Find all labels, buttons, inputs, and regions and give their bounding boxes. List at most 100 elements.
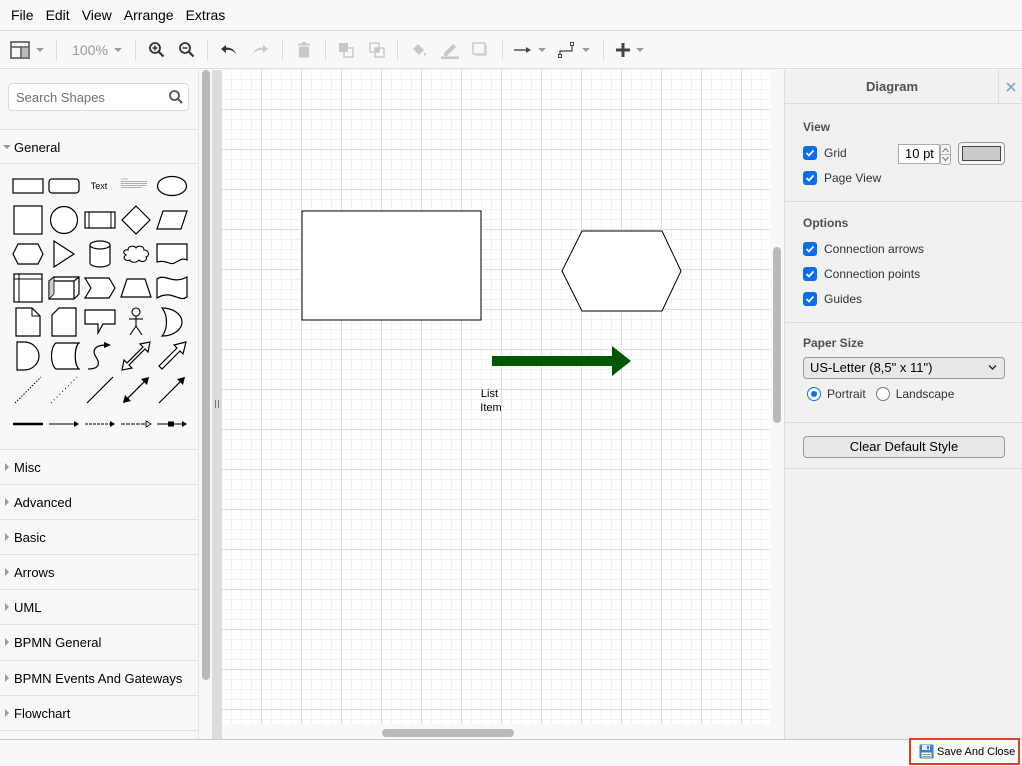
shape-process[interactable] <box>82 203 118 237</box>
shape-textbox[interactable] <box>116 167 152 201</box>
connection-style-dropdown[interactable] <box>512 31 548 69</box>
shape-callout[interactable] <box>82 305 118 339</box>
grid-option[interactable]: Grid <box>803 146 847 160</box>
line-color-button[interactable] <box>438 31 462 69</box>
to-front-button[interactable] <box>335 31 357 69</box>
diagram-canvas[interactable]: List Item <box>222 70 770 724</box>
canvas-text-list-item[interactable]: List Item <box>480 388 501 414</box>
connection-arrows-option[interactable]: Connection arrows <box>803 242 924 256</box>
shape-actor[interactable] <box>118 305 154 339</box>
shadow-button[interactable] <box>469 31 491 69</box>
shape-cylinder[interactable] <box>82 237 118 271</box>
section-uml[interactable]: UML <box>0 589 198 624</box>
shape-cloud[interactable] <box>118 237 154 271</box>
canvas-arrow[interactable] <box>492 346 631 376</box>
menu-extras[interactable]: Extras <box>180 7 232 23</box>
shape-or[interactable] <box>154 305 190 339</box>
sidebar-splitter[interactable] <box>212 70 222 739</box>
sidebar-scrollbar-thumb[interactable] <box>202 70 210 680</box>
shape-thick-link[interactable] <box>10 407 46 441</box>
shape-labeled-link[interactable] <box>82 407 118 441</box>
search-icon[interactable] <box>168 89 184 105</box>
page-view-option[interactable]: Page View <box>803 171 881 185</box>
portrait-label[interactable]: Portrait <box>827 387 866 401</box>
connection-points-checkbox[interactable] <box>803 267 817 281</box>
menu-edit[interactable]: Edit <box>40 7 76 23</box>
canvas-vertical-scrollbar-thumb[interactable] <box>773 247 781 423</box>
section-general[interactable]: General <box>0 129 198 164</box>
shape-document[interactable] <box>154 237 190 271</box>
shape-trapezoid[interactable] <box>118 271 154 305</box>
shape-arrow[interactable] <box>154 339 190 373</box>
canvas-rectangle[interactable] <box>301 210 482 321</box>
shape-circle[interactable] <box>46 203 82 237</box>
shape-link-arrow[interactable] <box>46 407 82 441</box>
landscape-label[interactable]: Landscape <box>896 387 955 401</box>
shape-internal-storage[interactable] <box>10 271 46 305</box>
portrait-radio[interactable] <box>807 387 821 401</box>
close-format-panel-button[interactable] <box>998 70 1022 103</box>
grid-size-input[interactable]: 10 pt <box>898 144 940 164</box>
grid-checkbox[interactable] <box>803 146 817 160</box>
shape-square[interactable] <box>10 203 46 237</box>
page-view-checkbox[interactable] <box>803 171 817 185</box>
section-bpmn-events-gateways[interactable]: BPMN Events And Gateways <box>0 660 198 695</box>
landscape-radio[interactable] <box>875 387 890 401</box>
connection-arrows-checkbox[interactable] <box>803 242 817 256</box>
shape-text[interactable]: Text <box>81 169 117 203</box>
shape-link-with-label[interactable] <box>154 407 190 441</box>
section-advanced[interactable]: Advanced <box>0 484 198 519</box>
canvas-horizontal-scrollbar-thumb[interactable] <box>382 729 514 737</box>
fill-color-button[interactable] <box>408 31 430 69</box>
shape-ellipse[interactable] <box>154 169 190 203</box>
shape-directional-connector[interactable] <box>154 373 190 407</box>
shape-curve[interactable] <box>82 339 118 373</box>
connection-points-option[interactable]: Connection points <box>803 267 920 281</box>
guides-option[interactable]: Guides <box>803 292 862 306</box>
shape-delay[interactable] <box>10 339 46 373</box>
section-bpmn-general[interactable]: BPMN General <box>0 624 198 659</box>
shape-diamond[interactable] <box>118 203 154 237</box>
shape-dashed-line[interactable] <box>10 373 46 407</box>
insert-dropdown[interactable] <box>612 31 648 69</box>
zoom-in-button[interactable] <box>146 31 168 69</box>
guides-checkbox[interactable] <box>803 292 817 306</box>
shape-dotted-line[interactable] <box>46 373 82 407</box>
section-flowchart[interactable]: Flowchart <box>0 695 198 730</box>
grid-size-stepper[interactable] <box>940 144 951 165</box>
delete-button[interactable] <box>293 31 315 69</box>
grid-color-button[interactable] <box>958 142 1005 165</box>
shape-bidirectional-connector[interactable] <box>118 373 154 407</box>
section-basic[interactable]: Basic <box>0 519 198 554</box>
save-and-close-button[interactable]: Save And Close <box>909 738 1020 765</box>
shape-bidirectional-arrow[interactable] <box>118 339 154 373</box>
shape-note[interactable] <box>10 305 46 339</box>
clear-default-style-button[interactable]: Clear Default Style <box>803 436 1005 458</box>
shape-card[interactable] <box>46 305 82 339</box>
canvas-hexagon[interactable] <box>561 230 682 312</box>
shape-step[interactable] <box>82 271 118 305</box>
undo-button[interactable] <box>218 31 240 69</box>
to-back-button[interactable] <box>366 31 388 69</box>
paper-size-select[interactable]: US-Letter (8,5" x 11") <box>803 357 1005 379</box>
menu-view[interactable]: View <box>76 7 118 23</box>
shape-stored-data[interactable] <box>46 339 82 373</box>
shape-triangle[interactable] <box>46 237 82 271</box>
shape-labeled-link-2[interactable] <box>118 407 154 441</box>
zoom-level-dropdown[interactable]: 100% <box>66 31 128 69</box>
redo-button[interactable] <box>249 31 271 69</box>
search-shapes-input[interactable] <box>9 84 159 110</box>
section-arrows[interactable]: Arrows <box>0 554 198 589</box>
shape-tape[interactable] <box>154 271 190 305</box>
shape-rectangle[interactable] <box>10 169 46 203</box>
shape-cube[interactable] <box>46 271 82 305</box>
menu-arrange[interactable]: Arrange <box>118 7 180 23</box>
section-misc[interactable]: Misc <box>0 449 198 484</box>
format-panel-toggle-button[interactable] <box>8 31 46 69</box>
shape-parallelogram[interactable] <box>154 203 190 237</box>
shape-rounded-rectangle[interactable] <box>46 169 82 203</box>
zoom-out-button[interactable] <box>176 31 198 69</box>
waypoints-dropdown[interactable] <box>556 31 592 69</box>
shape-hexagon[interactable] <box>10 237 46 271</box>
shape-line[interactable] <box>82 373 118 407</box>
